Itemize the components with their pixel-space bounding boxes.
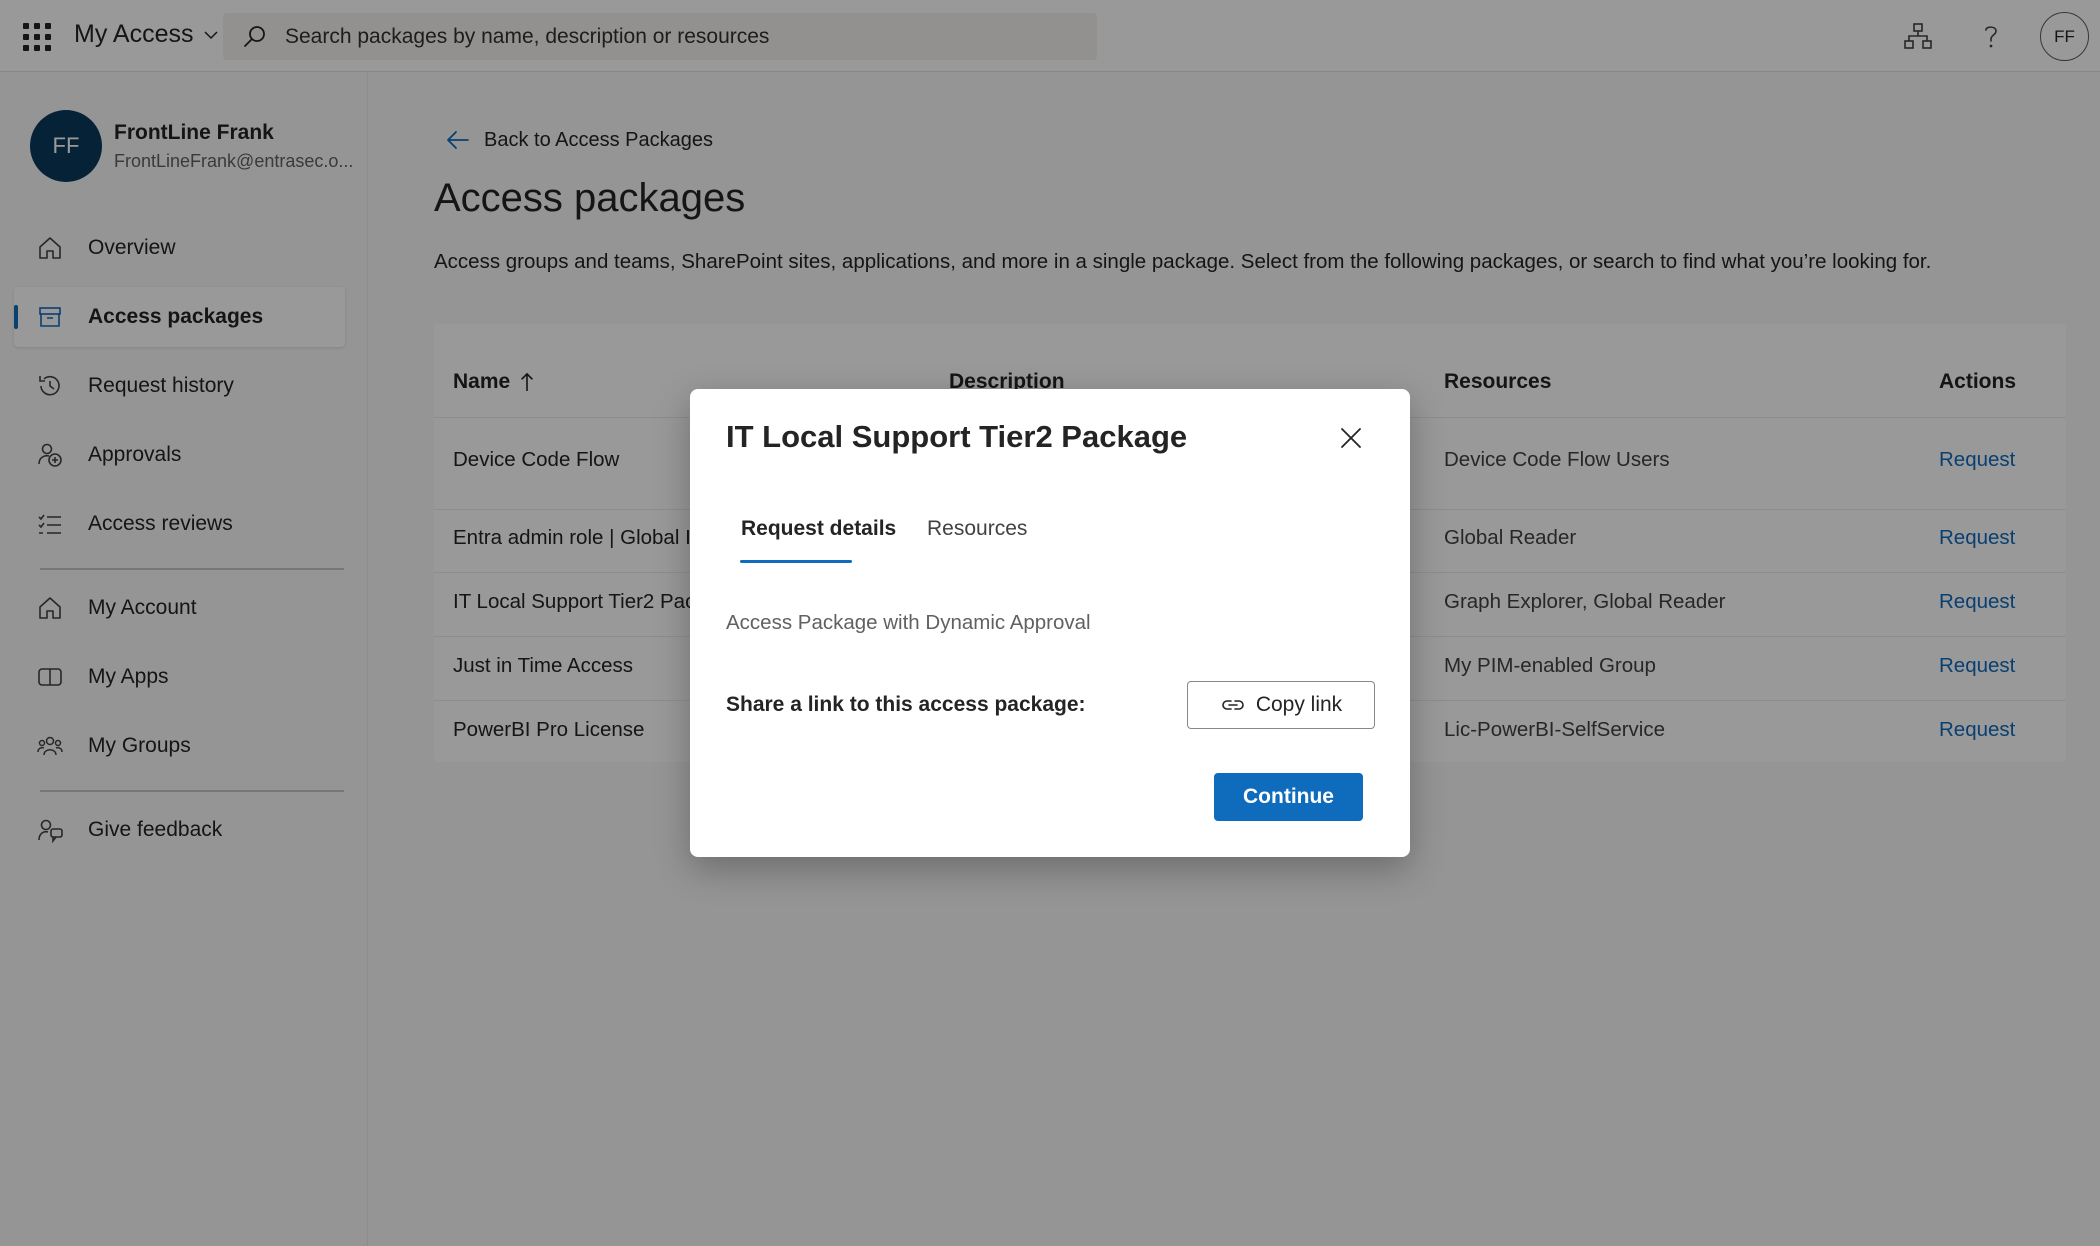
access-package-dialog: IT Local Support Tier2 Package Request d…: [690, 389, 1410, 857]
tab-resources[interactable]: Resources: [927, 517, 1027, 541]
copy-link-button[interactable]: Copy link: [1187, 681, 1375, 729]
tab-request-details[interactable]: Request details: [741, 517, 896, 541]
package-description: Access Package with Dynamic Approval: [726, 611, 1091, 634]
close-icon[interactable]: [1336, 423, 1366, 453]
copy-link-label: Copy link: [1255, 693, 1343, 716]
share-link-label: Share a link to this access package:: [726, 693, 1086, 716]
link-icon: [1222, 700, 1244, 710]
continue-button[interactable]: Continue: [1214, 773, 1363, 821]
active-tab-indicator: [740, 560, 852, 563]
dialog-title: IT Local Support Tier2 Package: [726, 419, 1188, 454]
